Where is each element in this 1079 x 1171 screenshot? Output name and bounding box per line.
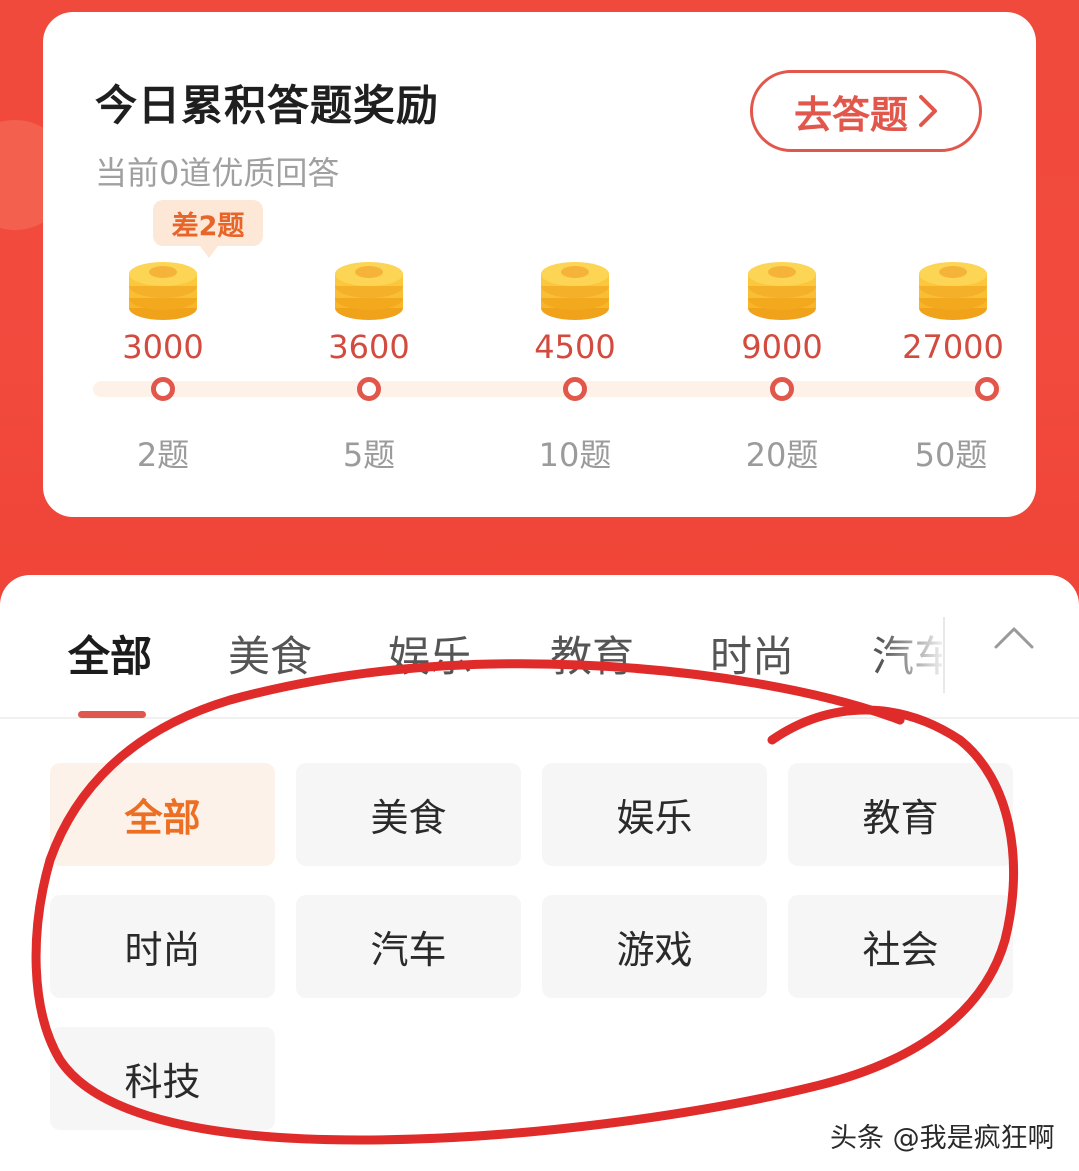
milestone-questions: 10题: [538, 436, 612, 474]
category-tabs: 全部 美食 娱乐 教育 时尚 汽车: [0, 575, 1079, 719]
milestone-questions: 5题: [342, 436, 396, 474]
tab-all[interactable]: 全部: [68, 623, 152, 684]
milestone-questions: 2题: [136, 436, 190, 474]
milestone-questions: 50题: [914, 436, 988, 474]
milestone-reward: 3600: [328, 328, 410, 366]
coin-stack-icon: [919, 262, 987, 320]
milestone-dot: [357, 377, 381, 401]
watermark: 头条 @我是疯狂啊: [830, 1123, 1055, 1154]
tab-entertainment[interactable]: 娱乐: [388, 623, 472, 684]
chevron-right-icon: [919, 95, 937, 127]
coin-stack-icon: [335, 262, 403, 320]
category-all[interactable]: 全部: [50, 763, 275, 866]
milestone-dot: [975, 377, 999, 401]
tab-food[interactable]: 美食: [228, 623, 312, 684]
active-tab-indicator: [78, 711, 146, 718]
tabs-divider: [943, 617, 945, 693]
progress-track: [93, 381, 1001, 397]
category-tech[interactable]: 科技: [50, 1027, 275, 1130]
coin-stack-icon: [748, 262, 816, 320]
go-answer-button[interactable]: 去答题: [750, 70, 982, 152]
reward-card-subtitle: 当前0道优质回答: [95, 154, 340, 192]
coin-stack-icon: [129, 262, 197, 320]
category-education[interactable]: 教育: [788, 763, 1013, 866]
milestone-reward: 27000: [902, 328, 1004, 366]
milestone-dot: [563, 377, 587, 401]
category-sheet: 全部 美食 娱乐 教育 时尚 汽车 全部 美食 娱乐 教育 时尚 汽车 游戏 社…: [0, 575, 1079, 1171]
milestone-reward: 3000: [122, 328, 204, 366]
remaining-badge: 差2题: [153, 200, 263, 258]
chevron-up-icon[interactable]: [992, 623, 1036, 653]
coin-stack-icon: [541, 262, 609, 320]
tabs-fade: [880, 605, 942, 705]
tab-education[interactable]: 教育: [550, 623, 634, 684]
category-fashion[interactable]: 时尚: [50, 895, 275, 998]
category-entertainment[interactable]: 娱乐: [542, 763, 767, 866]
milestone-dot: [151, 377, 175, 401]
tab-fashion[interactable]: 时尚: [710, 623, 794, 684]
reward-card-title: 今日累积答题奖励: [95, 81, 440, 130]
milestone-reward: 4500: [534, 328, 616, 366]
category-games[interactable]: 游戏: [542, 895, 767, 998]
category-society[interactable]: 社会: [788, 895, 1013, 998]
milestone-dot: [770, 377, 794, 401]
reward-card: 今日累积答题奖励 当前0道优质回答 去答题 差2题 3000 2题 3600 5…: [43, 12, 1036, 517]
category-food[interactable]: 美食: [296, 763, 521, 866]
go-answer-label: 去答题: [793, 92, 908, 137]
milestone-reward: 9000: [741, 328, 823, 366]
category-auto[interactable]: 汽车: [296, 895, 521, 998]
